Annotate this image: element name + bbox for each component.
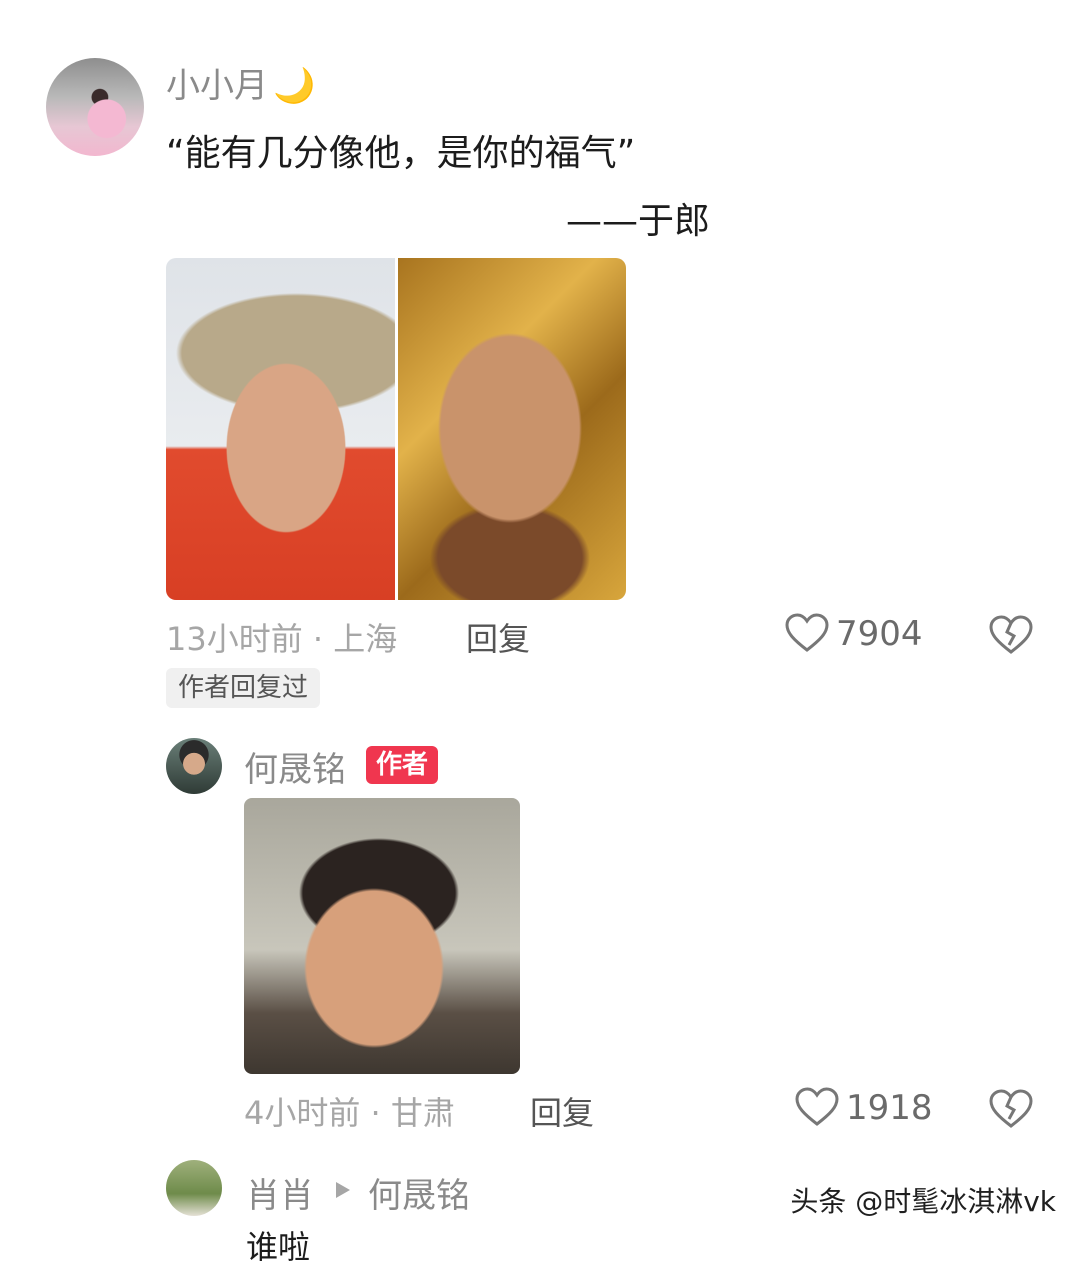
heart-outline-icon[interactable]	[794, 1086, 840, 1128]
photo-left	[166, 258, 395, 600]
broken-heart-icon[interactable]	[988, 1088, 1034, 1130]
comment-signature: ——于郎	[566, 201, 711, 242]
avatar[interactable]	[166, 1160, 222, 1216]
author-replied-badge: 作者回复过	[166, 668, 321, 708]
avatar[interactable]	[46, 58, 144, 156]
comment-header: 小小月 🌙	[166, 58, 315, 107]
comment-image[interactable]	[166, 258, 626, 600]
username[interactable]: 何晟铭	[244, 742, 346, 791]
like-count: 1918	[846, 1088, 933, 1128]
reply-image[interactable]	[244, 798, 520, 1074]
comment-meta: 13小时前 · 上海	[166, 620, 398, 658]
username[interactable]: 肖肖	[246, 1168, 314, 1217]
play-triangle-icon	[334, 1180, 352, 1200]
photo-right	[398, 258, 626, 600]
moon-icon: 🌙	[273, 66, 316, 106]
reply-to-username[interactable]: 何晟铭	[368, 1168, 470, 1217]
like-count: 7904	[836, 614, 923, 654]
username[interactable]: 小小月	[166, 66, 268, 106]
avatar[interactable]	[166, 738, 222, 794]
broken-heart-icon[interactable]	[988, 614, 1034, 656]
heart-outline-icon[interactable]	[784, 612, 830, 654]
comment-text: “能有几分像他，是你的福气”	[166, 133, 636, 174]
author-badge: 作者	[366, 746, 439, 784]
comment-text: 谁啦	[246, 1228, 311, 1266]
reply-button[interactable]: 回复	[530, 1088, 594, 1134]
watermark: 头条 @时髦冰淇淋vk	[790, 1185, 1056, 1218]
comment-meta: 4小时前 · 甘肃	[244, 1094, 455, 1132]
reply-button[interactable]: 回复	[466, 614, 530, 660]
